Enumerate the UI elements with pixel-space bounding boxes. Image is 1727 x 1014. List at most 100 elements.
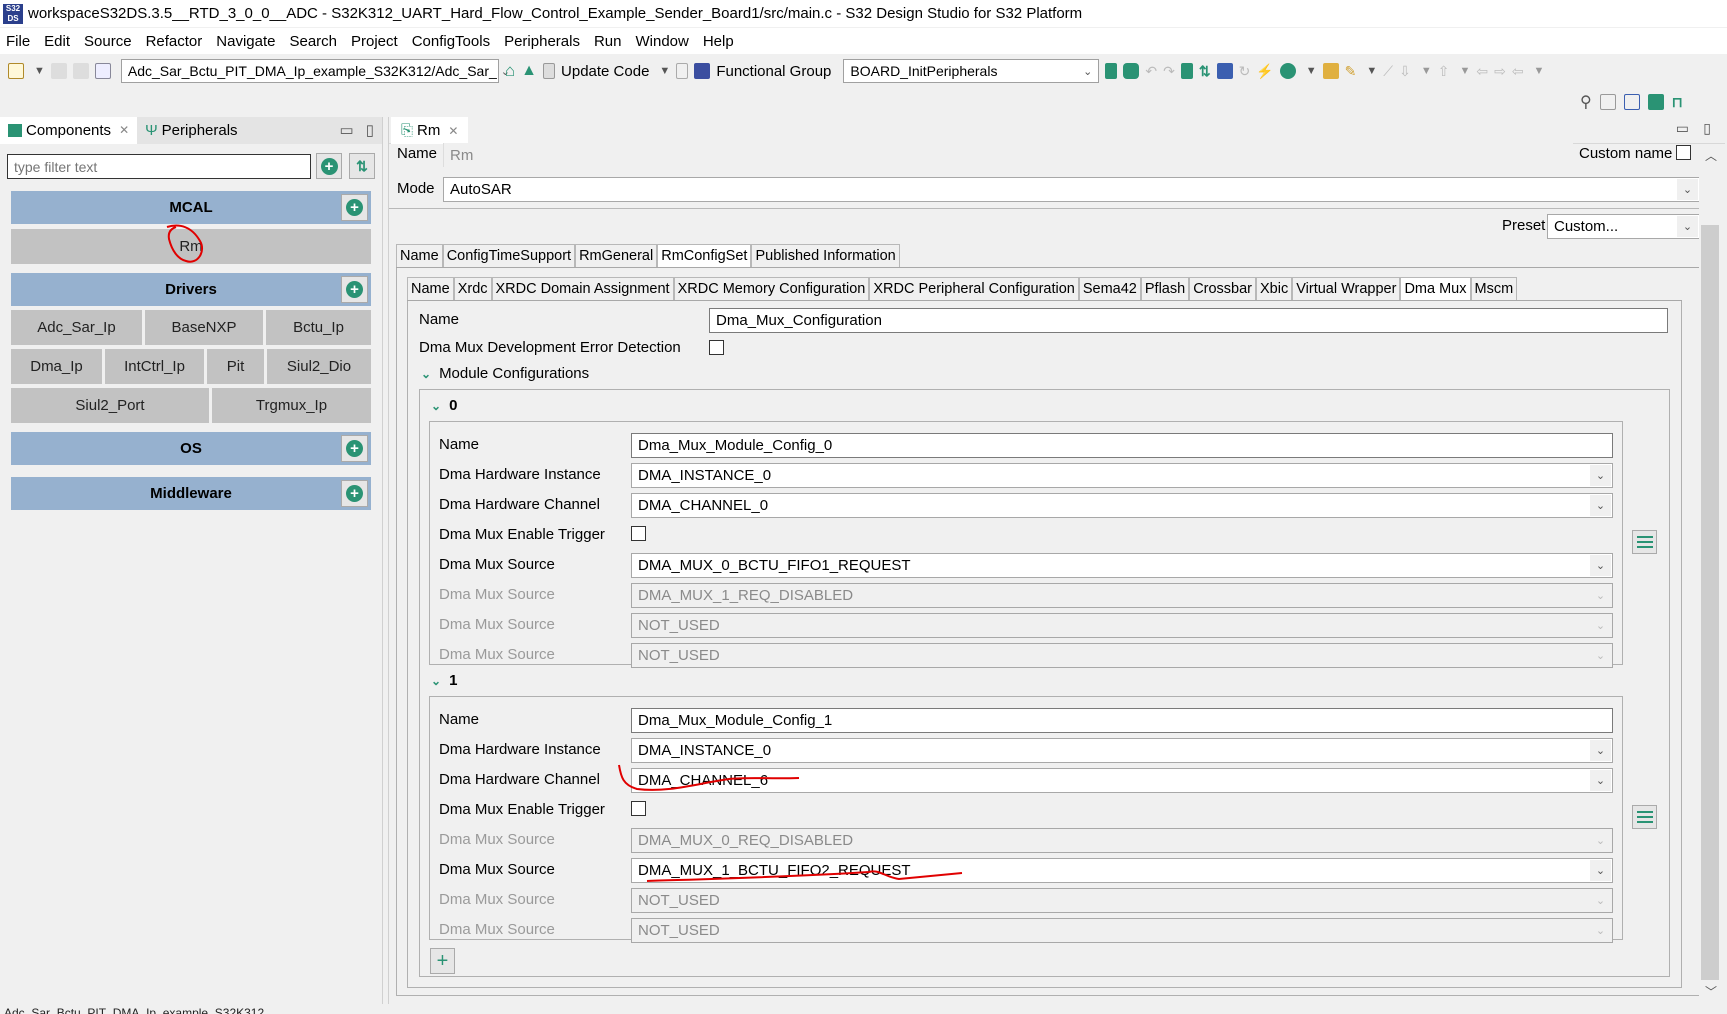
update-code-dropdown[interactable]: ▼ [659, 65, 670, 77]
tab-pflash[interactable]: Pflash [1140, 277, 1190, 300]
home-icon[interactable]: ⌂ [505, 61, 515, 81]
add-module-button[interactable]: + [430, 948, 455, 974]
menu-refactor[interactable]: Refactor [146, 33, 203, 50]
search-icon[interactable]: ⚲ [1580, 92, 1592, 112]
add-middleware-button[interactable]: + [341, 480, 368, 507]
menu-window[interactable]: Window [635, 33, 688, 50]
dma-hardware-channel-select[interactable]: DMA_CHANNEL_6 ⌄ [631, 768, 1613, 793]
add-os-button[interactable]: + [341, 435, 368, 462]
save-all-icon[interactable] [72, 63, 89, 79]
sort-components-button[interactable]: ⇅ [349, 153, 375, 179]
tab-virtual-wrapper[interactable]: Virtual Wrapper [1292, 277, 1401, 300]
binary-icon[interactable] [94, 63, 111, 79]
close-icon[interactable]: ✕ [448, 124, 458, 138]
c-file-icon[interactable] [676, 63, 689, 79]
module-1-menu-button[interactable] [1632, 805, 1657, 829]
tab-dma-mux[interactable]: Dma Mux [1400, 277, 1471, 300]
dma-hardware-channel-select[interactable]: DMA_CHANNEL_0 ⌄ [631, 493, 1613, 518]
wand-icon[interactable]: ⚡ [1256, 63, 1273, 80]
scroll-down-icon[interactable]: ﹀ [1705, 983, 1717, 1000]
back-icon[interactable]: ⇦ [1476, 63, 1488, 80]
project-combo[interactable]: Adc_Sar_Bctu_PIT_DMA_Ip_example_S32K312/… [120, 59, 510, 83]
next-annotation-icon[interactable]: ⇩ [1399, 63, 1411, 80]
redo-icon[interactable]: ↷ [1163, 63, 1175, 80]
new-icon[interactable] [8, 63, 24, 79]
refresh-icon[interactable]: ↻ [1239, 63, 1251, 80]
prev-annotation-icon[interactable]: ⇧ [1438, 63, 1450, 80]
tab-components[interactable]: Components ✕ [0, 116, 138, 144]
tab-peripherals[interactable]: Ψ Peripherals ▭ ▯ [137, 116, 382, 144]
tab-crossbar[interactable]: Crossbar [1189, 277, 1257, 300]
menu-source[interactable]: Source [84, 33, 132, 50]
menu-edit[interactable]: Edit [44, 33, 70, 50]
component-trgmux-ip[interactable]: Trgmux_Ip [212, 388, 371, 423]
pin-icon[interactable]: ⟋ [1383, 63, 1393, 80]
forward-icon[interactable]: ⇨ [1494, 63, 1506, 80]
category-mcal[interactable]: MCAL + [11, 191, 371, 224]
add-mcal-button[interactable]: + [341, 194, 368, 221]
component-filter-input[interactable] [7, 154, 311, 179]
vertical-scrollbar[interactable]: ︿ ﹀ [1699, 147, 1721, 1000]
signal-perspective-icon[interactable]: ⊓ [1672, 94, 1683, 111]
mode-select[interactable]: AutoSAR ⌄ [443, 177, 1700, 202]
menu-navigate[interactable]: Navigate [216, 33, 275, 50]
menu-project[interactable]: Project [351, 33, 398, 50]
module-0-header[interactable]: ⌄ 0 [431, 397, 457, 414]
category-middleware[interactable]: Middleware + [11, 477, 371, 510]
tab-mscm[interactable]: Mscm [1470, 277, 1518, 300]
custom-name-checkbox[interactable] [1676, 145, 1691, 160]
add-drivers-button[interactable]: + [341, 276, 368, 303]
dma-mux-enable-trigger-checkbox[interactable] [631, 801, 646, 816]
nav-back-icon[interactable]: ⇦ [1512, 63, 1524, 80]
dma-mux-source-select[interactable]: DMA_MUX_1_BCTU_FIFO2_REQUEST ⌄ [631, 858, 1613, 883]
component-pit[interactable]: Pit [207, 349, 264, 384]
menu-help[interactable]: Help [703, 33, 734, 50]
tab-xrdc[interactable]: Xrdc [453, 277, 492, 300]
functional-group-combo[interactable]: BOARD_InitPeripherals ⌄ [843, 59, 1100, 83]
dma-mux-enable-trigger-checkbox[interactable] [631, 526, 646, 541]
update-code-button[interactable]: Update Code [561, 63, 649, 80]
menu-run[interactable]: Run [594, 33, 622, 50]
component-icon[interactable] [1180, 63, 1193, 79]
component-siul2-port[interactable]: Siul2_Port [11, 388, 209, 423]
undo-icon[interactable]: ↶ [1145, 63, 1157, 80]
menu-peripherals[interactable]: Peripherals [504, 33, 580, 50]
tab-configtimesupport[interactable]: ConfigTimeSupport [442, 244, 576, 267]
tab-name[interactable]: Name [407, 277, 454, 300]
monitor-icon[interactable] [1216, 63, 1233, 79]
run-icon[interactable] [1279, 63, 1296, 79]
component-dma-ip[interactable]: Dma_Ip [11, 349, 102, 384]
save-icon[interactable] [50, 63, 67, 79]
maximize-icon[interactable]: ▯ [366, 121, 374, 139]
preset-select[interactable]: Custom... ⌄ [1547, 214, 1700, 239]
dma-hardware-instance-select[interactable]: DMA_INSTANCE_0 ⌄ [631, 738, 1613, 763]
maximize-icon[interactable]: ▯ [1703, 120, 1711, 137]
category-os[interactable]: OS + [11, 432, 371, 465]
module-configurations-header[interactable]: ⌄ Module Configurations [421, 365, 589, 382]
scrollbar-thumb[interactable] [1701, 225, 1719, 980]
open-folder-icon[interactable] [1322, 63, 1339, 79]
sort-icon[interactable]: ⇅ [1199, 63, 1211, 80]
component-intctrl-ip[interactable]: IntCtrl_Ip [105, 349, 204, 384]
module-0-menu-button[interactable] [1632, 530, 1657, 554]
scroll-up-icon[interactable]: ︿ [1705, 147, 1717, 164]
close-icon[interactable]: ✕ [119, 123, 129, 137]
name-input[interactable]: Dma_Mux_Module_Config_1 [631, 708, 1613, 733]
component-adc-sar-ip[interactable]: Adc_Sar_Ip [11, 310, 142, 345]
chip-perspective-icon[interactable] [1647, 94, 1664, 110]
minimize-icon[interactable]: ▭ [1676, 120, 1689, 137]
pen-icon[interactable]: ✎ [1345, 63, 1357, 80]
component-siul2-dio[interactable]: Siul2_Dio [267, 349, 371, 384]
minimize-icon[interactable]: ▭ [340, 121, 354, 139]
add-component-button[interactable]: + [316, 153, 342, 179]
tab-rmgeneral[interactable]: RmGeneral [575, 244, 658, 267]
open-perspective-icon[interactable] [1599, 94, 1616, 110]
tab-sema42[interactable]: Sema42 [1078, 277, 1141, 300]
tab-xrdc-memory-configuration[interactable]: XRDC Memory Configuration [673, 277, 870, 300]
config-name-input[interactable]: Dma_Mux_Configuration [709, 308, 1668, 333]
registers-icon[interactable] [1123, 63, 1140, 79]
tab-rmconfigset[interactable]: RmConfigSet [657, 244, 752, 267]
name-input[interactable]: Dma_Mux_Module_Config_0 [631, 433, 1613, 458]
c-perspective-icon[interactable] [1623, 94, 1640, 110]
warning-icon[interactable]: ▲ [521, 62, 537, 80]
